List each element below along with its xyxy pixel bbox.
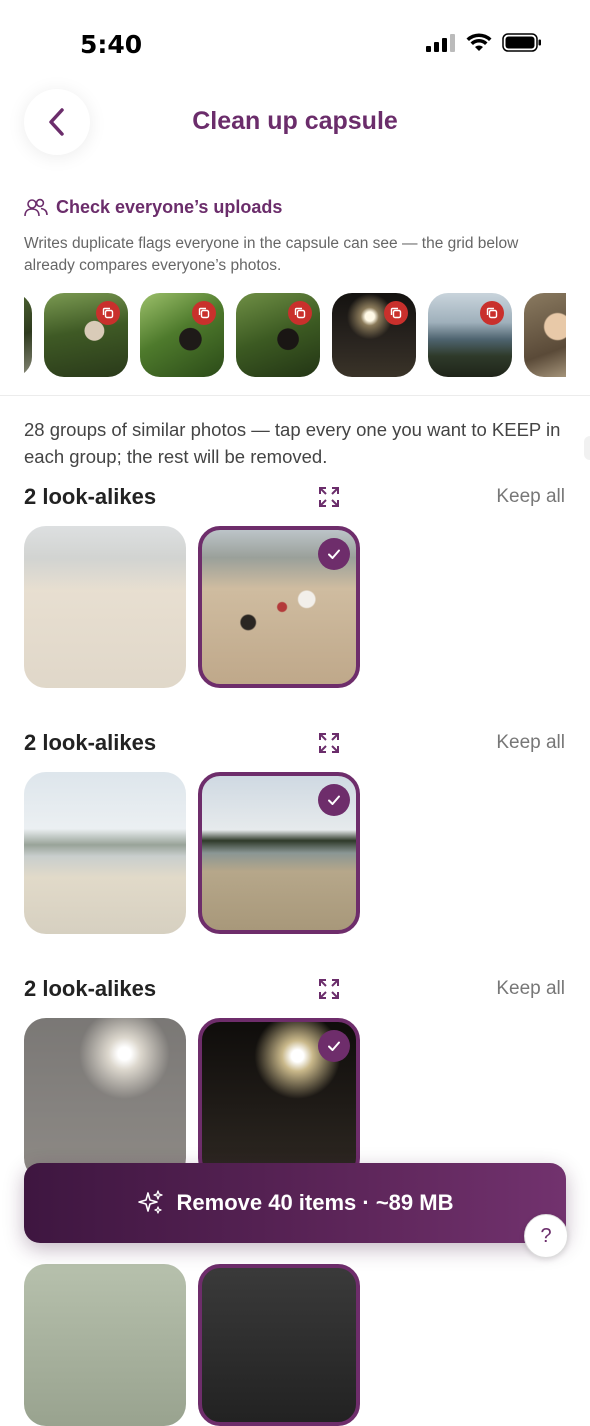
keep-all-button[interactable]: Keep all	[496, 486, 565, 508]
duplicate-icon	[294, 307, 306, 319]
duplicate-icon	[486, 307, 498, 319]
status-icons	[426, 33, 542, 52]
group-photo[interactable]	[24, 1264, 186, 1426]
thumbnail[interactable]	[332, 293, 416, 377]
checkmark-badge	[318, 538, 350, 570]
thumbnail[interactable]	[140, 293, 224, 377]
help-button[interactable]: ?	[524, 1214, 568, 1258]
expand-icon[interactable]	[318, 486, 340, 508]
thumbnail[interactable]	[236, 293, 320, 377]
edge-handle	[584, 436, 590, 460]
sparkles-icon	[137, 1190, 163, 1214]
wifi-icon	[466, 33, 492, 51]
duplicate-badge	[288, 301, 312, 325]
remove-items-label: Remove 40 items · ~89 MB	[176, 1190, 454, 1215]
signal-icon	[426, 33, 455, 52]
header: Clean up capsule	[0, 80, 590, 170]
duplicate-icon	[102, 307, 114, 319]
status-bar: 5:40	[0, 0, 590, 80]
duplicate-icon	[198, 307, 210, 319]
thumbnail[interactable]	[428, 293, 512, 377]
battery-icon	[502, 33, 541, 52]
status-time: 5:40	[80, 30, 143, 59]
group-photo[interactable]	[24, 1018, 186, 1180]
group-photo[interactable]	[24, 772, 186, 934]
instructions-text: 28 groups of similar photos — tap every …	[24, 419, 561, 467]
duplicate-badge	[384, 301, 408, 325]
group-photo-selected[interactable]	[198, 1264, 360, 1426]
thumbnail[interactable]	[44, 293, 128, 377]
keep-all-button[interactable]: Keep all	[496, 978, 565, 1000]
thumbnail[interactable]	[524, 293, 566, 377]
users-icon	[24, 198, 48, 216]
group-title: 2 look-alikes	[24, 730, 157, 755]
checkmark-badge	[318, 784, 350, 816]
group-photo-selected[interactable]	[198, 772, 360, 934]
thumbnail[interactable]	[24, 293, 32, 377]
check-uploads-link[interactable]: Check everyone’s uploads	[24, 197, 282, 218]
check-uploads-description: Writes duplicate flags everyone in the c…	[24, 235, 519, 274]
duplicate-icon	[390, 307, 402, 319]
check-uploads-label: Check everyone’s uploads	[56, 197, 283, 217]
group-photo-selected[interactable]	[198, 526, 360, 688]
checkmark-badge	[318, 1030, 350, 1062]
check-icon	[328, 1041, 340, 1051]
group-photo-selected[interactable]	[198, 1018, 360, 1180]
divider	[0, 395, 590, 396]
group-title: 2 look-alikes	[24, 976, 157, 1001]
expand-icon[interactable]	[318, 732, 340, 754]
duplicate-thumbnail-strip[interactable]	[24, 293, 566, 377]
expand-icon[interactable]	[318, 978, 340, 1000]
group-title: 2 look-alikes	[24, 484, 157, 509]
keep-all-button[interactable]: Keep all	[496, 732, 565, 754]
check-icon	[328, 795, 340, 805]
page-title: Clean up capsule	[192, 107, 398, 135]
duplicate-badge	[480, 301, 504, 325]
group-photo[interactable]	[24, 526, 186, 688]
check-icon	[328, 549, 340, 559]
duplicate-badge	[96, 301, 120, 325]
remove-items-button[interactable]: Remove 40 items · ~89 MB	[24, 1163, 566, 1243]
duplicate-badge	[192, 301, 216, 325]
